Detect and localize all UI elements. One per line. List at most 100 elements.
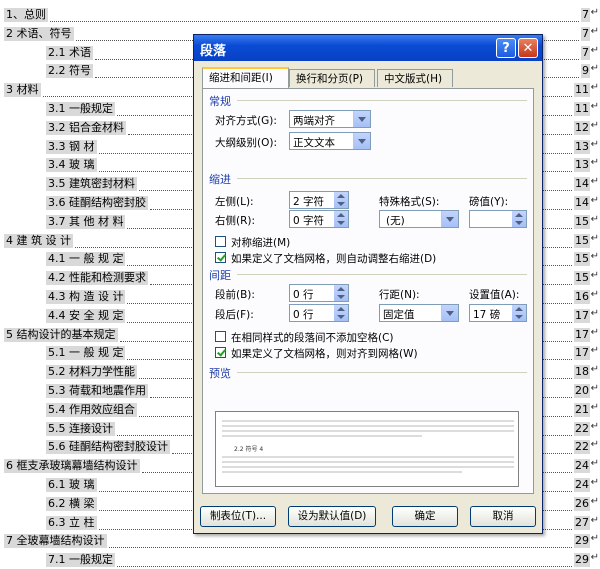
ok-button[interactable]: 确定 xyxy=(392,506,458,527)
paragraph-mark-icon: ↵ xyxy=(590,326,599,338)
toc-page-number: 29 xyxy=(574,534,590,549)
indent-left-label: 左侧(L): xyxy=(215,196,254,208)
outline-level-label: 大纲级别(O): xyxy=(215,137,277,149)
toc-row[interactable]: 7.1 一般规定 29 ↵ xyxy=(0,551,600,569)
toc-page-number: 22 xyxy=(574,440,590,455)
toc-entry-text: 4.2 性能和检测要求 xyxy=(46,271,148,286)
snap-to-grid-checkbox[interactable] xyxy=(215,347,226,358)
alignment-value: 两端对齐 xyxy=(293,115,335,127)
preview-line xyxy=(222,420,514,422)
toc-entry-text: 7 全玻幕墙结构设计 xyxy=(4,534,107,549)
paragraph-mark-icon: ↵ xyxy=(590,44,599,56)
toc-entry-text: 3.2 铝合金材料 xyxy=(46,120,126,135)
space-after-value: 0 行 xyxy=(293,309,314,321)
space-after-label: 段后(F): xyxy=(215,309,254,321)
paragraph-mark-icon: ↵ xyxy=(590,25,599,37)
outline-level-select[interactable]: 正文文本 xyxy=(289,132,371,150)
toc-page-number: 16 xyxy=(574,290,590,304)
indent-right-value: 0 字符 xyxy=(293,215,325,227)
no-space-same-style-checkbox[interactable] xyxy=(215,331,226,342)
chevron-down-icon[interactable] xyxy=(353,133,370,149)
spinner-arrows-icon[interactable] xyxy=(334,305,348,321)
space-before-value: 0 行 xyxy=(293,289,314,301)
separator xyxy=(237,100,527,101)
mirror-indents-label[interactable]: 对称缩进(M) xyxy=(231,235,290,250)
paragraph-mark-icon: ↵ xyxy=(590,63,599,75)
paragraph-mark-icon: ↵ xyxy=(590,439,599,451)
help-button[interactable]: ? xyxy=(496,38,516,58)
tab-asian-typography[interactable]: 中文版式(H) xyxy=(377,69,453,87)
toc-entry-text: 2.2 符号 xyxy=(46,64,93,79)
tab-indents-spacing[interactable]: 缩进和间距(I) xyxy=(202,67,289,89)
paragraph-mark-icon: ↵ xyxy=(590,195,599,206)
toc-entry-text: 5.6 硅酮结构密封胶设计 xyxy=(46,440,170,455)
set-default-button[interactable]: 设为默认值(D) xyxy=(288,506,376,527)
snap-to-grid-label[interactable]: 如果定义了文档网格，则对齐到网格(W) xyxy=(231,346,418,361)
toc-page-number: 13 xyxy=(574,139,590,154)
toc-entry-text: 5 结构设计的基本规定 xyxy=(4,327,118,342)
paragraph-mark-icon: ↵ xyxy=(590,552,599,564)
no-space-same-style-label[interactable]: 在相同样式的段落间不添加空格(C) xyxy=(231,330,394,345)
spacing-heading: 间距 xyxy=(209,269,231,282)
close-button[interactable]: ✕ xyxy=(518,38,538,58)
space-after-spinner[interactable]: 0 行 xyxy=(289,304,349,322)
special-select[interactable]: (无) xyxy=(379,210,459,228)
line-spacing-select[interactable]: 固定值 xyxy=(379,304,459,322)
toc-row[interactable]: 1、总则 7 ↵ xyxy=(0,6,600,24)
spinner-arrows-icon[interactable] xyxy=(334,285,348,301)
mirror-indents-checkbox[interactable] xyxy=(215,236,226,247)
chevron-down-icon[interactable] xyxy=(441,305,458,321)
toc-page-number: 15 xyxy=(574,214,590,229)
toc-row[interactable]: 7 全玻幕墙结构设计 29 ↵ xyxy=(0,532,600,550)
dialog-titlebar[interactable]: 段落 ? ✕ xyxy=(194,35,542,61)
toc-entry-text: 4.1 一 般 规 定 xyxy=(46,252,126,267)
toc-entry-text: 5.1 一 般 规 定 xyxy=(46,346,126,361)
paragraph-mark-icon: ↵ xyxy=(590,270,599,282)
outline-level-value: 正文文本 xyxy=(293,137,335,149)
space-before-spinner[interactable]: 0 行 xyxy=(289,284,349,302)
chevron-down-icon[interactable] xyxy=(353,111,370,127)
toc-page-number: 15 xyxy=(574,233,590,248)
alignment-label: 对齐方式(G): xyxy=(215,115,277,127)
preview-line xyxy=(222,430,514,432)
toc-page-number: 15 xyxy=(574,252,590,267)
auto-right-indent-label[interactable]: 如果定义了文档网格，则自动调整右缩进(D) xyxy=(231,251,436,266)
separator xyxy=(237,372,527,373)
auto-right-indent-checkbox[interactable] xyxy=(215,252,226,263)
toc-entry-text: 5.5 连接设计 xyxy=(46,421,115,436)
toc-entry-text: 3.1 一般规定 xyxy=(46,102,115,116)
paragraph-mark-icon: ↵ xyxy=(590,119,599,131)
paragraph-mark-icon: ↵ xyxy=(590,420,599,432)
cancel-button[interactable]: 取消 xyxy=(470,506,536,527)
toc-entry-text: 3.7 其 他 材 料 xyxy=(46,214,126,229)
alignment-select[interactable]: 两端对齐 xyxy=(289,110,371,128)
paragraph-mark-icon: ↵ xyxy=(590,514,599,526)
indent-left-spinner[interactable]: 2 字符 xyxy=(289,191,349,209)
spinner-arrows-icon[interactable] xyxy=(334,192,348,208)
toc-page-number: 7 xyxy=(581,45,590,60)
paragraph-mark-icon: ↵ xyxy=(590,101,599,112)
paragraph-mark-icon: ↵ xyxy=(590,401,599,413)
tab-line-page-breaks[interactable]: 换行和分页(P) xyxy=(289,69,375,87)
spinner-arrows-icon[interactable] xyxy=(512,305,526,321)
paragraph-mark-icon: ↵ xyxy=(590,345,599,357)
chevron-down-icon[interactable] xyxy=(441,211,458,227)
toc-entry-text: 3.6 硅酮结构密封胶 xyxy=(46,196,148,210)
spinner-arrows-icon[interactable] xyxy=(512,211,526,227)
indent-left-value: 2 字符 xyxy=(293,196,325,208)
at-spinner[interactable]: 17 磅 xyxy=(469,304,527,322)
toc-page-number: 26 xyxy=(574,496,590,511)
dialog-tabs: 缩进和间距(I) 换行和分页(P) 中文版式(H) xyxy=(202,67,538,89)
indent-right-spinner[interactable]: 0 字符 xyxy=(289,210,349,228)
tabs-button[interactable]: 制表位(T)... xyxy=(200,506,276,527)
toc-page-number: 7 xyxy=(581,8,590,22)
toc-page-number: 24 xyxy=(574,478,590,492)
toc-page-number: 17 xyxy=(574,346,590,361)
toc-entry-text: 4.4 安 全 规 定 xyxy=(46,308,126,323)
toc-entry-text: 6.2 横 梁 xyxy=(46,496,97,511)
paragraph-mark-icon: ↵ xyxy=(590,176,599,188)
by-spinner[interactable] xyxy=(469,210,527,228)
spinner-arrows-icon[interactable] xyxy=(334,211,348,227)
special-value: (无) xyxy=(386,215,405,227)
toc-page-number: 22 xyxy=(574,421,590,436)
